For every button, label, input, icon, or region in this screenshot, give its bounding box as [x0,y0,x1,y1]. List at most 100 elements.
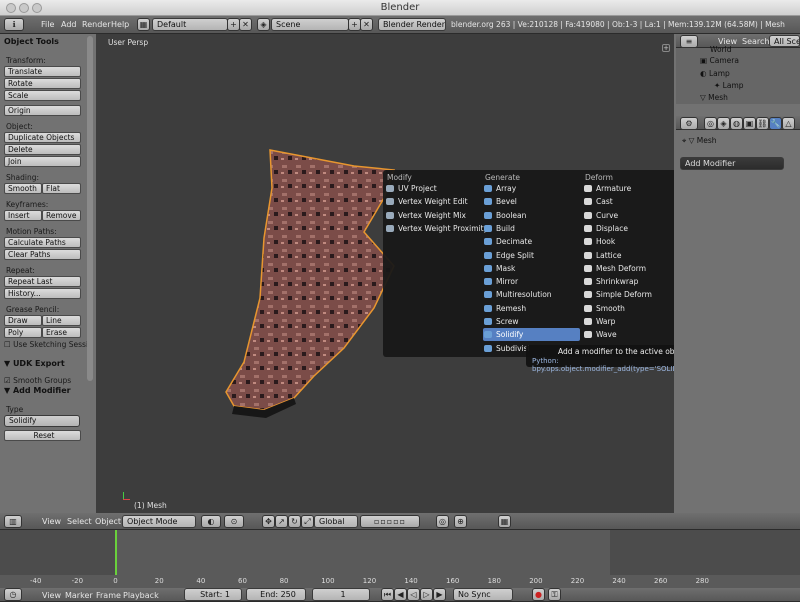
remove-scene-icon[interactable]: ✕ [360,18,373,31]
menu-item-screw[interactable]: Screw [483,315,580,328]
rotate-button[interactable]: Rotate [4,78,81,89]
3d-view-editor-icon[interactable]: ▥ [4,515,22,528]
timeline-playback-menu[interactable]: Playback [123,591,159,600]
menu-item-boolean[interactable]: Boolean [483,209,580,222]
menu-item-array[interactable]: Array [483,182,580,195]
proportional-edit-icon[interactable]: ◎ [436,515,449,528]
menu-item-build[interactable]: Build [483,222,580,235]
timeline-editor-icon[interactable]: ◷ [4,588,22,601]
sketching-checkbox[interactable]: ☐ Use Sketching Sessio [4,340,93,349]
play-icon[interactable]: ▷ [420,588,433,601]
snap-icon[interactable]: ⊕ [454,515,467,528]
timeline-marker-menu[interactable]: Marker [65,591,93,600]
timeline[interactable]: -40 -20 0 20 40 60 80 100 120 140 160 180 200 220 240 2… [0,530,800,588]
scale-button[interactable]: Scale [4,90,81,101]
zoom-window-icon[interactable] [32,3,42,13]
menu-item-mirror[interactable]: Mirror [483,275,580,288]
join-button[interactable]: Join [4,156,81,167]
editor-type-info-icon[interactable]: ℹ [4,18,24,31]
add-modifier-dropdown[interactable]: Add Modifier [680,157,784,170]
3d-view-menu[interactable]: View [42,517,61,526]
translate-manipulator-icon[interactable]: ↗ [275,515,288,528]
next-keyframe-icon[interactable]: ▶ [433,588,446,601]
render-engine-select[interactable]: Blender Render [378,18,446,31]
manipulator-icon[interactable]: ✥ [262,515,275,528]
menu-item-bevel[interactable]: Bevel [483,195,580,208]
screen-layout-field[interactable]: Default [152,18,228,31]
scale-manipulator-icon[interactable]: ⤢ [301,515,314,528]
scene-tab-icon[interactable]: ◈ [717,117,730,130]
translate-button[interactable]: Translate [4,66,81,77]
remove-keyframe-button[interactable]: Remove [42,210,81,221]
record-icon[interactable]: ● [532,588,545,601]
menu-item-smooth[interactable]: Smooth [583,302,680,315]
pivot-point-icon[interactable]: ⊙ [224,515,244,528]
menu-item-mesh-deform[interactable]: Mesh Deform [583,262,680,275]
menu-item-decimate[interactable]: Decimate [483,235,580,248]
tool-shelf-scrollbar[interactable] [87,36,93,381]
menu-item-warp[interactable]: Warp [583,315,680,328]
menu-help[interactable]: Help [111,20,129,29]
menu-item-solidify[interactable]: Solidify [483,328,580,342]
screen-layout-icon[interactable]: ▦ [137,18,150,31]
menu-item-curve[interactable]: Curve [583,209,680,222]
menu-item-multiresolution[interactable]: Multiresolution [483,288,580,301]
render-preview-icon[interactable]: ▦ [498,515,511,528]
menu-item-vertex-weight-edit[interactable]: Vertex Weight Edit [385,195,482,208]
menu-item-edge-split[interactable]: Edge Split [483,249,580,262]
menu-item-vertex-weight-proximity[interactable]: Vertex Weight Proximity [385,222,488,235]
calculate-paths-button[interactable]: Calculate Paths [4,237,81,248]
smooth-shading-button[interactable]: Smooth [4,183,42,194]
end-frame-field[interactable]: End: 250 [246,588,306,601]
outliner-world[interactable]: World [710,45,732,54]
object-tab-icon[interactable]: ▣ [743,117,756,130]
menu-item-lattice[interactable]: Lattice [583,249,680,262]
repeat-last-button[interactable]: Repeat Last [4,276,81,287]
poly-button[interactable]: Poly [4,327,42,338]
properties-editor-icon[interactable]: ⚙ [680,117,698,130]
timeline-frame-menu[interactable]: Frame [96,591,121,600]
draw-button[interactable]: Draw [4,315,42,326]
reset-button[interactable]: Reset [4,430,81,441]
constraints-tab-icon[interactable]: ⛓ [756,117,769,130]
delete-button[interactable]: Delete [4,144,81,155]
erase-button[interactable]: Erase [42,327,81,338]
menu-add[interactable]: Add [61,20,77,29]
menu-item-hook[interactable]: Hook [583,235,680,248]
timeline-view-menu[interactable]: View [42,591,61,600]
menu-item-remesh[interactable]: Remesh [483,302,580,315]
3d-object-menu[interactable]: Object [95,517,121,526]
viewport-toggle-icon[interactable]: + [662,44,670,52]
modifier-type-select[interactable]: Solidify [4,415,80,427]
menu-item-vertex-weight-mix[interactable]: Vertex Weight Mix [385,209,482,222]
outliner-lamp-data[interactable]: ✦ Lamp [714,81,744,90]
jump-start-icon[interactable]: ⏮ [381,588,394,601]
menu-item-cast[interactable]: Cast [583,195,680,208]
menu-render[interactable]: Render [82,20,110,29]
outliner-editor-icon[interactable]: ≡ [680,35,698,48]
origin-button[interactable]: Origin [4,105,81,116]
remove-layout-icon[interactable]: ✕ [239,18,252,31]
outliner-search-menu[interactable]: Search [742,37,769,46]
current-frame-field[interactable]: 1 [312,588,370,601]
start-frame-field[interactable]: Start: 1 [184,588,242,601]
outliner-camera[interactable]: ▣ Camera [700,56,739,65]
world-tab-icon[interactable]: ◍ [730,117,743,130]
modifiers-tab-icon[interactable]: 🔧 [769,117,782,130]
menu-item-wave[interactable]: Wave [583,328,680,341]
udk-export-header[interactable]: ▼ UDK Export [4,359,65,368]
menu-item-mask[interactable]: Mask [483,262,580,275]
rotate-manipulator-icon[interactable]: ↻ [288,515,301,528]
layers-icon[interactable]: ▫▫▫▫▫ [360,515,420,528]
add-modifier-operator-header[interactable]: ▼ Add Modifier [4,386,71,395]
object-mode-select[interactable]: Object Mode [122,515,196,528]
prev-keyframe-icon[interactable]: ◀ [394,588,407,601]
current-frame-marker[interactable] [115,530,117,575]
menu-file[interactable]: File [41,20,54,29]
play-reverse-icon[interactable]: ◁ [407,588,420,601]
outliner-display-select[interactable]: All Scen [769,35,800,47]
menu-item-simple-deform[interactable]: Simple Deform [583,288,680,301]
transform-orientation-select[interactable]: Global [314,515,358,528]
render-tab-icon[interactable]: ◎ [704,117,717,130]
clear-paths-button[interactable]: Clear Paths [4,249,81,260]
